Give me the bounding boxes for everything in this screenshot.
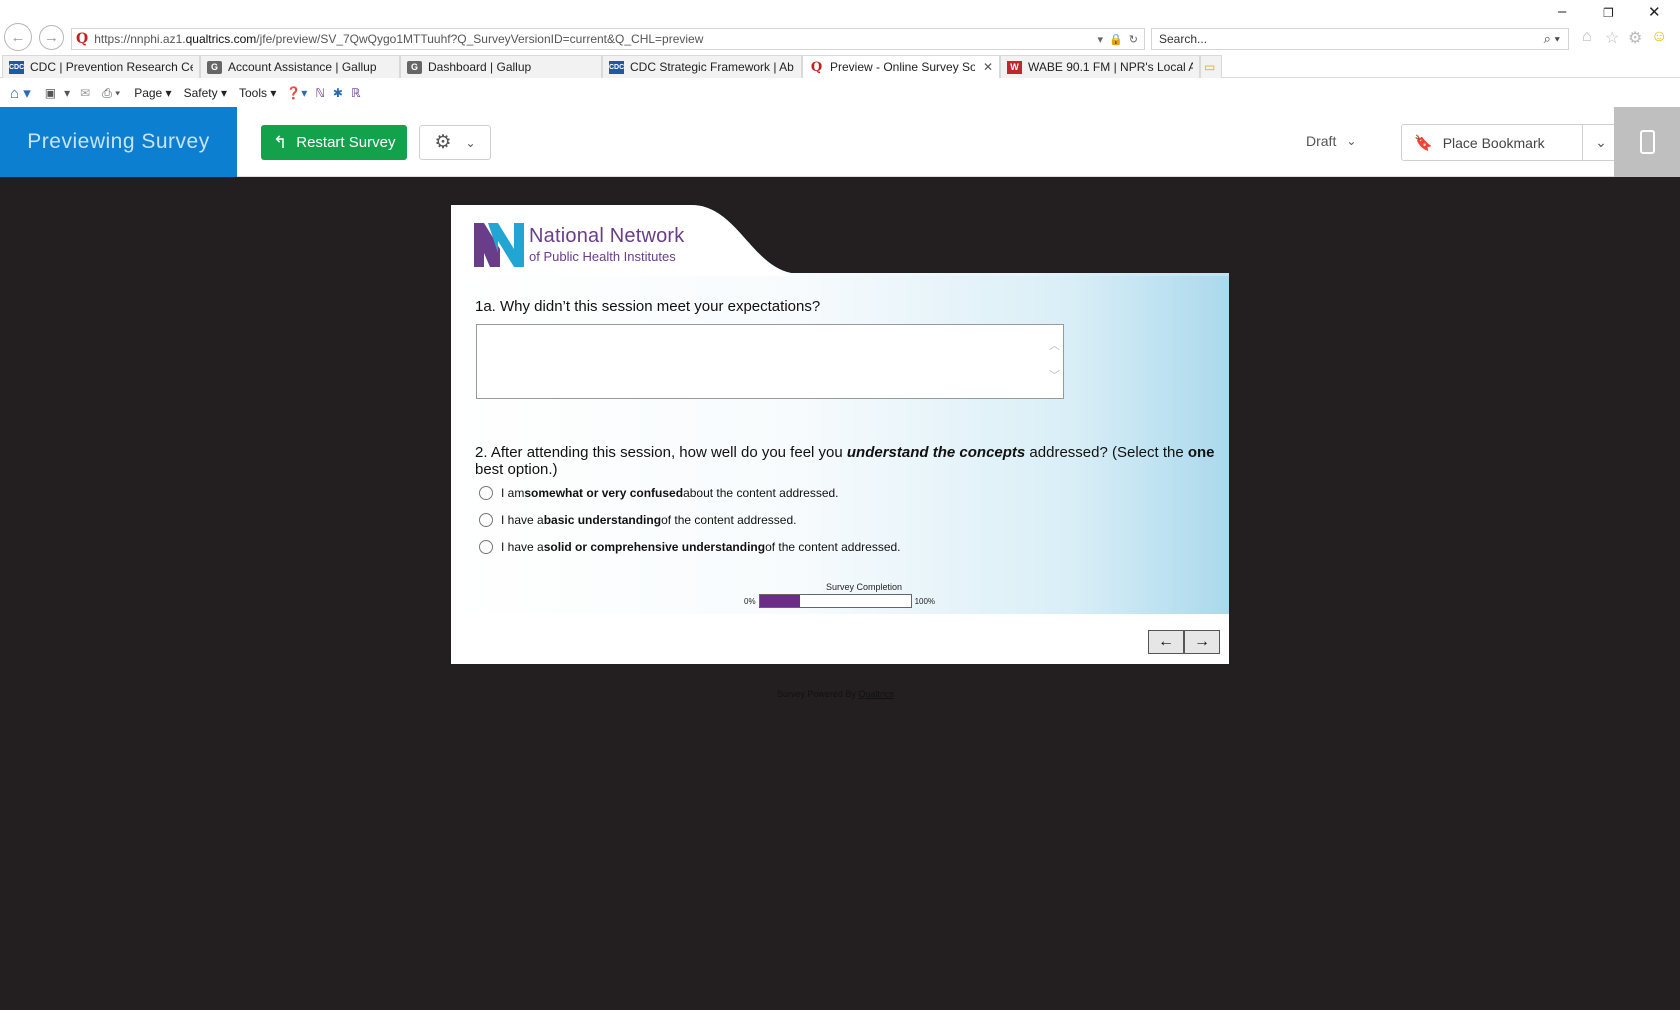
tab-5[interactable]: W WABE 90.1 FM | NPR's Local At... bbox=[1000, 55, 1200, 78]
refresh-icon[interactable]: ↻ bbox=[1129, 33, 1138, 46]
settings-gear-icon[interactable]: ⚙ bbox=[1628, 28, 1642, 48]
draft-dropdown[interactable]: Draft ⌄ bbox=[1306, 133, 1356, 149]
restart-survey-button[interactable]: ↰ Restart Survey bbox=[261, 125, 407, 160]
dropdown-arrow-icon[interactable]: ▾ bbox=[1098, 33, 1104, 46]
tab-0[interactable]: CDC CDC | Prevention Research Ce... bbox=[2, 55, 200, 78]
tab-1[interactable]: G Account Assistance | Gallup bbox=[200, 55, 400, 78]
help-icon[interactable]: ❓▾ bbox=[286, 86, 307, 100]
nnphi-logo: National Network of Public Health Instit… bbox=[472, 219, 685, 269]
close-window-icon[interactable]: ✕ bbox=[1648, 3, 1661, 21]
lock-icon[interactable]: 🔒 bbox=[1109, 33, 1123, 46]
qualtrics-icon: Q bbox=[810, 59, 823, 75]
previewing-survey-label: Previewing Survey bbox=[0, 107, 237, 177]
address-bar[interactable]: Q https://nnphi.az1.qualtrics.com/jfe/pr… bbox=[71, 28, 1145, 50]
question-2-text: 2. After attending this session, how wel… bbox=[475, 444, 1215, 478]
bookmark-icon: 🔖 bbox=[1414, 134, 1433, 152]
mail-icon[interactable]: ✉ bbox=[80, 86, 90, 100]
tools-menu[interactable]: Tools ▾ bbox=[239, 86, 276, 100]
option-confused[interactable]: I am somewhat or very confused about the… bbox=[479, 486, 839, 500]
tab-4-active[interactable]: Q Preview - Online Survey Sof... ✕ bbox=[802, 55, 1000, 78]
option-solid[interactable]: I have a solid or comprehensive understa… bbox=[479, 540, 901, 554]
tab-2[interactable]: G Dashboard | Gallup bbox=[400, 55, 602, 78]
home-icon[interactable]: ⌂ bbox=[1582, 28, 1592, 46]
back-icon[interactable]: ← bbox=[4, 23, 32, 51]
radio-solid[interactable] bbox=[479, 540, 493, 554]
question-1a-text: 1a. Why didn’t this session meet your ex… bbox=[475, 298, 821, 315]
new-tab-icon: ▭ bbox=[1204, 60, 1216, 74]
logo-subtitle: of Public Health Institutes bbox=[529, 248, 676, 264]
radio-confused[interactable] bbox=[479, 486, 493, 500]
chevron-down-icon: ⌄ bbox=[465, 135, 476, 150]
minimize-icon[interactable]: – bbox=[1558, 3, 1566, 20]
search-input[interactable]: Search... bbox=[1159, 32, 1544, 46]
next-button[interactable]: → bbox=[1184, 630, 1220, 654]
powered-by: Survey Powered By Qualtrics bbox=[777, 689, 895, 699]
addon-gear-icon[interactable]: ✱ bbox=[333, 86, 343, 100]
progress-caption: Survey Completion bbox=[825, 582, 903, 592]
mobile-phone-icon bbox=[1639, 130, 1655, 154]
page-menu[interactable]: Page ▾ bbox=[134, 86, 171, 100]
wabe-icon: W bbox=[1007, 60, 1022, 74]
preview-options-button[interactable]: ⚙ ⌄ bbox=[419, 125, 491, 160]
option-basic[interactable]: I have a basic understanding of the cont… bbox=[479, 513, 797, 527]
restore-icon[interactable]: ❐ bbox=[1603, 6, 1614, 20]
search-box[interactable]: Search... ⌕ ▾ bbox=[1151, 28, 1569, 50]
cdc-icon: CDC bbox=[609, 60, 624, 74]
nnphi-logo-icon bbox=[474, 223, 524, 267]
gallup-icon: G bbox=[207, 60, 222, 74]
logo-title: National Network bbox=[529, 224, 685, 247]
address-url[interactable]: https://nnphi.az1.qualtrics.com/jfe/prev… bbox=[94, 32, 1097, 46]
feeds-dropdown-icon[interactable]: ▾ bbox=[64, 86, 70, 100]
scroll-up-icon[interactable]: ︿ bbox=[1049, 337, 1060, 353]
qualtrics-link[interactable]: Qualtrics bbox=[859, 689, 895, 699]
close-tab-icon[interactable]: ✕ bbox=[983, 60, 993, 74]
radio-basic[interactable] bbox=[479, 513, 493, 527]
survey-container: National Network of Public Health Instit… bbox=[451, 205, 1229, 664]
mobile-preview-toggle[interactable] bbox=[1614, 107, 1680, 177]
preview-toolbar: Previewing Survey ↰ Restart Survey ⚙ ⌄ Dra… bbox=[0, 107, 1680, 177]
home-cmd-icon[interactable]: ⌂ ▾ bbox=[10, 84, 31, 102]
survey-footer: ← → bbox=[451, 614, 1229, 664]
cdc-icon: CDC bbox=[9, 60, 24, 74]
restart-arrow-icon: ↰ bbox=[273, 132, 288, 152]
qualtrics-site-icon: Q bbox=[76, 31, 89, 47]
place-bookmark-button[interactable]: 🔖 Place Bookmark ⌄ bbox=[1401, 124, 1620, 161]
gallup-icon: G bbox=[407, 60, 422, 74]
gear-icon: ⚙ bbox=[434, 132, 452, 153]
browser-chrome: ← → Q https://nnphi.az1.qualtrics.com/jf… bbox=[0, 0, 1680, 107]
safety-menu[interactable]: Safety ▾ bbox=[184, 86, 227, 100]
favorites-star-icon[interactable]: ☆ bbox=[1605, 28, 1619, 48]
progress-fill bbox=[759, 595, 801, 607]
back-button[interactable]: ← bbox=[1148, 630, 1184, 654]
chevron-down-icon: ⌄ bbox=[1346, 134, 1357, 148]
research-icon[interactable]: ℝ bbox=[351, 86, 361, 100]
new-tab-button[interactable]: ▭ bbox=[1200, 55, 1222, 78]
forward-icon[interactable]: → bbox=[39, 25, 64, 50]
question-1a-textarea[interactable]: ︿ ﹀ bbox=[476, 324, 1064, 399]
scroll-down-icon[interactable]: ﹀ bbox=[1049, 367, 1060, 383]
progress-bar bbox=[758, 594, 912, 608]
progress-max: 100% bbox=[914, 596, 936, 606]
command-bar: ⌂ ▾ ▣ ▾ ✉ ⎙ ▾ Page ▾ Safety ▾ Tools ▾ ❓▾… bbox=[0, 80, 1680, 106]
print-icon[interactable]: ⎙ ▾ bbox=[102, 86, 120, 101]
smiley-feedback-icon[interactable]: ☺ bbox=[1651, 28, 1667, 46]
onenote-icon[interactable]: ℕ bbox=[315, 86, 325, 100]
tab-3[interactable]: CDC CDC Strategic Framework | Ab... bbox=[602, 55, 802, 78]
survey-header: National Network of Public Health Instit… bbox=[451, 205, 1229, 276]
search-icon[interactable]: ⌕ ▾ bbox=[1544, 31, 1560, 47]
survey-body: 1a. Why didn’t this session meet your ex… bbox=[451, 276, 1229, 614]
tab-strip: CDC CDC | Prevention Research Ce... G Acco… bbox=[0, 54, 1680, 78]
progress-min: 0% bbox=[744, 596, 756, 606]
feeds-icon[interactable]: ▣ bbox=[45, 86, 56, 100]
progress-indicator: Survey Completion 0% 100% bbox=[744, 582, 944, 608]
